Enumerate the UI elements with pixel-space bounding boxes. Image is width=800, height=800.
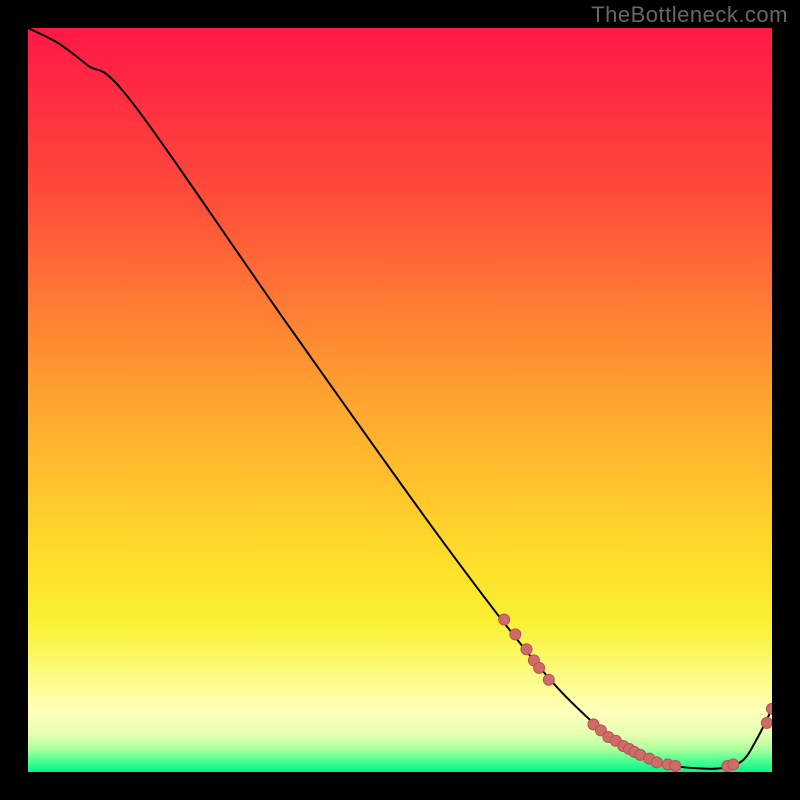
data-point — [651, 757, 662, 768]
data-point — [670, 761, 681, 772]
data-point — [534, 662, 545, 673]
bottleneck-chart — [0, 0, 800, 800]
data-point — [728, 759, 739, 770]
chart-container: TheBottleneck.com — [0, 0, 800, 800]
data-point — [499, 614, 510, 625]
data-point — [521, 644, 532, 655]
data-point — [510, 629, 521, 640]
data-point — [543, 674, 554, 685]
watermark-label: TheBottleneck.com — [591, 2, 788, 28]
plot-background — [28, 28, 772, 772]
data-point — [761, 717, 772, 728]
data-point — [767, 703, 778, 714]
